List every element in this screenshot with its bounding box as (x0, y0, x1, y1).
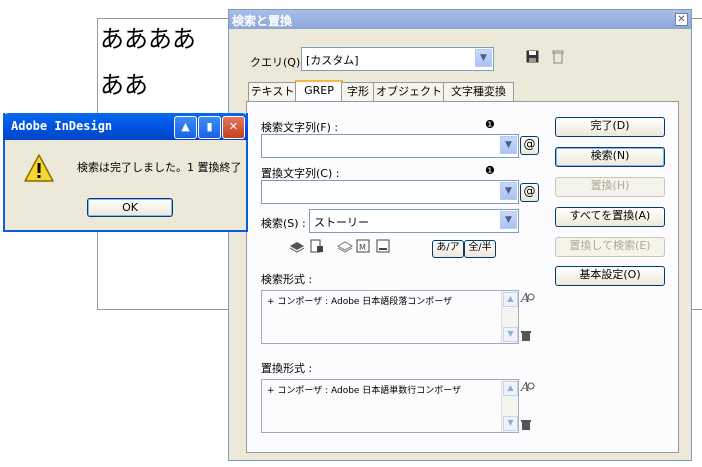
width-sensitive-toggle[interactable]: 全/半 (464, 240, 496, 258)
close-icon[interactable]: ✕ (222, 116, 245, 139)
ok-button[interactable]: OK (87, 198, 173, 217)
change-find-button[interactable]: 置換して検索(E) (555, 237, 665, 257)
delete-query-icon[interactable] (552, 50, 564, 69)
alert-title: Adobe InDesign (11, 119, 113, 133)
change-format-label: 置換形式 : (261, 362, 313, 375)
specify-change-format-icon[interactable]: A (520, 379, 536, 400)
chevron-down-icon[interactable]: ▼ (500, 182, 517, 200)
search-scope-label: 検索(S) : (261, 217, 306, 230)
dialog-title: 検索と置換 (232, 14, 293, 28)
scroll-up-icon[interactable]: ▲ (503, 381, 518, 396)
info-icon: ❶ (485, 118, 495, 131)
chevron-down-icon[interactable]: ▼ (500, 136, 517, 154)
chevron-down-icon[interactable]: ▼ (475, 49, 492, 67)
find-format-box[interactable]: + コンポーザ : Adobe 日本語段落コンポーザ ▲ ▼ (261, 290, 519, 344)
document-text-line: ああ (100, 71, 148, 99)
find-change-dialog: 検索と置換 ✕ クエリ(Q) : [カスタム] ▼ テキスト GREP 字形 オ… (228, 9, 692, 461)
special-characters-icon[interactable]: @ (520, 136, 539, 155)
trash-icon[interactable] (520, 419, 532, 436)
tab-object[interactable]: オブジェクト (373, 82, 445, 102)
restore-icon[interactable]: ▮ (198, 116, 221, 139)
alert-message: 検索は完了しました。1 置換終了 (77, 161, 242, 174)
scroll-up-icon[interactable]: ▲ (503, 292, 518, 307)
more-options-button[interactable]: 基本設定(O) (555, 266, 665, 286)
specify-find-format-icon[interactable]: A (520, 290, 536, 311)
find-format-label: 検索形式 : (261, 273, 313, 286)
info-icon: ❶ (485, 164, 495, 177)
close-icon[interactable]: ✕ (675, 13, 688, 26)
done-button[interactable]: 完了(D) (555, 117, 665, 137)
change-format-box[interactable]: + コンポーザ : Adobe 日本語単数行コンポーザ ▲ ▼ (261, 379, 519, 433)
footnotes-icon[interactable] (376, 239, 390, 258)
scroll-down-icon[interactable]: ▼ (503, 327, 518, 342)
find-button[interactable]: 検索(N) (555, 147, 665, 167)
find-what-label: 検索文字列(F) : (261, 121, 339, 134)
trash-icon[interactable] (520, 330, 532, 347)
locked-stories-icon[interactable] (310, 239, 324, 258)
change-button[interactable]: 置換(H) (555, 177, 665, 197)
query-select-value: [カスタム] (306, 54, 359, 67)
tab-transliterate[interactable]: 文字種変換 (443, 82, 514, 102)
locked-layers-icon[interactable] (289, 239, 305, 258)
tab-text[interactable]: テキスト (248, 82, 297, 102)
document-text-line: ああああ (100, 25, 196, 53)
change-format-scrollbar[interactable]: ▲ ▼ (501, 380, 518, 432)
alert-titlebar[interactable]: Adobe InDesign ▲ ▮ ✕ (3, 113, 248, 140)
scroll-down-icon[interactable]: ▼ (503, 416, 518, 431)
tab-glyph[interactable]: 字形 (341, 82, 375, 102)
search-scope-value: ストーリー (314, 216, 369, 229)
find-format-scrollbar[interactable]: ▲ ▼ (501, 291, 518, 343)
hidden-layers-icon[interactable] (336, 239, 354, 258)
dialog-titlebar[interactable]: 検索と置換 ✕ (229, 10, 691, 29)
change-to-label: 置換文字列(C) : (261, 167, 340, 180)
change-to-field[interactable]: ▼ (261, 180, 519, 204)
master-pages-icon[interactable]: M (356, 239, 370, 258)
chevron-down-icon[interactable]: ▼ (500, 211, 517, 229)
alert-dialog: Adobe InDesign ▲ ▮ ✕ 検索は完了しました。1 置換終了 OK (3, 113, 248, 232)
kana-sensitive-toggle[interactable]: あ/ア (432, 240, 464, 258)
warning-icon (23, 153, 55, 186)
change-format-value: + コンポーザ : Adobe 日本語単数行コンポーザ (267, 386, 462, 396)
change-all-button[interactable]: すべてを置換(A) (555, 207, 665, 227)
special-characters-icon[interactable]: @ (520, 183, 539, 202)
query-label: クエリ(Q) : (250, 56, 308, 69)
find-what-field[interactable]: ▼ (261, 134, 519, 158)
query-select[interactable]: [カスタム] ▼ (301, 47, 494, 71)
find-format-value: + コンポーザ : Adobe 日本語段落コンポーザ (267, 297, 453, 307)
search-scope-select[interactable]: ストーリー ▼ (309, 209, 519, 233)
save-query-icon[interactable] (526, 50, 539, 68)
svg-text:M: M (359, 243, 366, 252)
minimize-icon[interactable]: ▲ (174, 116, 197, 139)
